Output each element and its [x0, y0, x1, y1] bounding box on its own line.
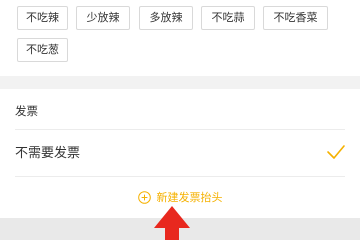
red-arrow-icon: [154, 206, 190, 240]
invoice-section: 发票 不需要发票 新建发票抬头: [0, 89, 360, 218]
invoice-option-none[interactable]: 不需要发票: [0, 130, 360, 176]
check-icon: [327, 145, 345, 159]
tag-no-garlic[interactable]: 不吃蒜: [201, 6, 255, 30]
tag-no-scallion[interactable]: 不吃葱: [17, 38, 68, 62]
section-separator: [0, 76, 360, 89]
tag-no-coriander[interactable]: 不吃香菜: [263, 6, 328, 30]
invoice-section-title: 发票: [15, 104, 38, 118]
taste-tags-section: 不吃辣 少放辣 多放辣 不吃蒜 不吃香菜 不吃葱: [0, 0, 360, 76]
tag-no-spicy[interactable]: 不吃辣: [17, 6, 68, 30]
new-invoice-header-label: 新建发票抬头: [156, 190, 223, 204]
tag-more-spicy[interactable]: 多放辣: [139, 6, 193, 30]
plus-circle-icon: [137, 190, 151, 204]
tag-less-spicy[interactable]: 少放辣: [76, 6, 130, 30]
invoice-option-label: 不需要发票: [15, 146, 81, 161]
